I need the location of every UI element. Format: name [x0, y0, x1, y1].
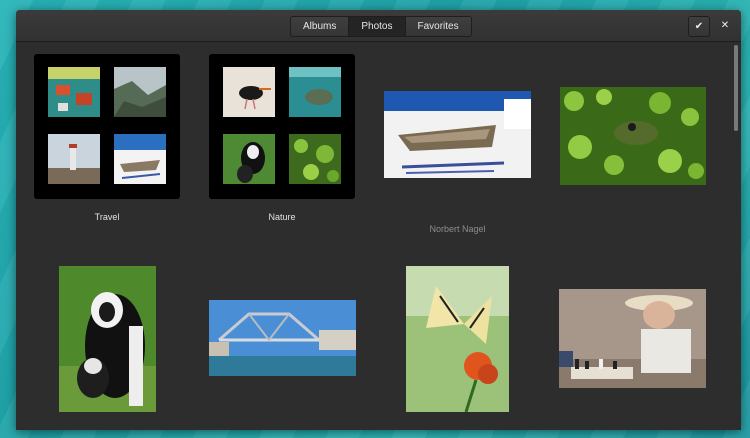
tab-favorites[interactable]: Favorites: [404, 16, 472, 37]
photo-frog[interactable]: [560, 87, 706, 185]
select-mode-button[interactable]: ✔: [688, 16, 710, 37]
album-thumb: [289, 134, 341, 184]
album-thumb: [223, 67, 275, 117]
photo-chess-player[interactable]: [559, 289, 706, 388]
album-nature[interactable]: [209, 54, 355, 199]
album-thumb: [48, 134, 100, 184]
tab-albums[interactable]: Albums: [290, 16, 350, 37]
album-thumb: [114, 134, 166, 184]
checkmark-icon: ✔: [694, 21, 704, 32]
album-title: Travel: [94, 212, 120, 222]
view-switcher: Albums Photos Favorites: [290, 16, 472, 37]
photo-monkey[interactable]: [59, 266, 156, 412]
scrollbar[interactable]: [734, 45, 738, 131]
photos-window: Albums Photos Favorites ✔ ✕ Travel Natur…: [16, 10, 741, 430]
photo-caption: Norbert Nagel: [429, 224, 486, 234]
photo-grid: Travel Nature Norbert Nagel: [16, 42, 741, 430]
album-thumb: [289, 67, 341, 117]
album-thumb: [223, 134, 275, 184]
photo-rowboat[interactable]: [384, 91, 531, 178]
close-icon: ✕: [720, 20, 730, 31]
album-thumb: [114, 67, 166, 117]
tab-photos[interactable]: Photos: [348, 16, 406, 37]
album-title: Nature: [268, 212, 296, 222]
photo-butterfly[interactable]: [406, 266, 509, 412]
headerbar: Albums Photos Favorites ✔ ✕: [16, 10, 741, 42]
album-thumb: [48, 67, 100, 117]
album-travel[interactable]: [34, 54, 180, 199]
close-button[interactable]: ✕: [715, 16, 735, 35]
photo-bridge[interactable]: [209, 300, 356, 376]
